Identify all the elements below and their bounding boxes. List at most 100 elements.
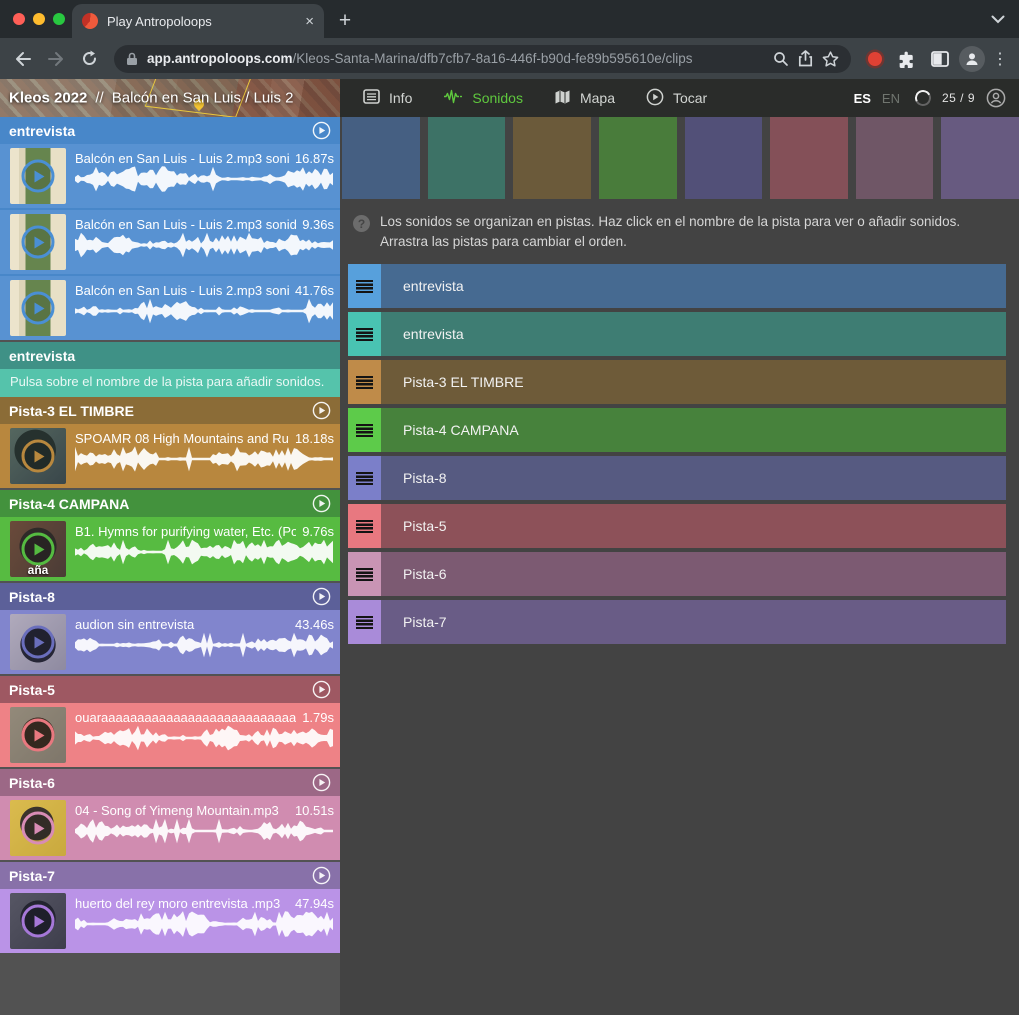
audio-clip[interactable]: ouaraaaaaaaaaaaaaaaaaaaaaaaaaaaaaaaaa...…	[0, 703, 340, 767]
clip-waveform[interactable]	[75, 298, 334, 324]
track-row-label-area[interactable]: Pista-5	[381, 504, 1006, 548]
drag-handle[interactable]	[348, 600, 381, 644]
forward-icon[interactable]	[42, 45, 70, 73]
record-extension-icon[interactable]	[868, 52, 882, 66]
new-tab-button[interactable]: +	[330, 6, 360, 36]
browser-profile-avatar[interactable]	[959, 46, 985, 72]
audio-clip[interactable]: SPOAMR 08 High Mountains and Running ...…	[0, 424, 340, 488]
clip-duration: 43.46s	[295, 617, 334, 632]
close-window-button[interactable]	[13, 13, 25, 25]
drag-handle[interactable]	[348, 312, 381, 356]
clip-play-icon[interactable]	[22, 905, 55, 938]
clip-waveform[interactable]	[75, 911, 334, 937]
track-header[interactable]: entrevista	[0, 342, 340, 369]
drag-handle[interactable]	[348, 552, 381, 596]
clip-waveform[interactable]	[75, 632, 334, 658]
lang-en-button[interactable]: EN	[882, 91, 900, 106]
account-icon[interactable]	[986, 88, 1006, 108]
browser-tab[interactable]: Play Antropoloops ×	[72, 4, 324, 38]
clip-play-icon[interactable]	[22, 226, 55, 259]
track-row-label-area[interactable]: entrevista	[381, 312, 1006, 356]
track-header[interactable]: Pista-5	[0, 676, 340, 703]
audio-clip[interactable]: Balcón en San Luis - Luis 2.mp3 sonido h…	[0, 144, 340, 208]
track-play-button[interactable]	[312, 401, 331, 420]
track-header[interactable]: Pista-7	[0, 862, 340, 889]
nav-item-tocar[interactable]: Tocar	[646, 88, 707, 109]
track-row-label-area[interactable]: Pista-3 EL TIMBRE	[381, 360, 1006, 404]
clip-waveform[interactable]	[75, 818, 334, 844]
track-row[interactable]: entrevista	[348, 312, 1006, 356]
bookmark-star-icon[interactable]	[822, 51, 839, 67]
track-play-button[interactable]	[312, 121, 331, 140]
track-row[interactable]: Pista-5	[348, 504, 1006, 548]
tab-close-icon[interactable]: ×	[305, 13, 314, 30]
clip-waveform[interactable]	[75, 446, 334, 472]
clip-play-icon[interactable]	[22, 719, 55, 752]
track-header[interactable]: Pista-3 EL TIMBRE	[0, 397, 340, 424]
nav-item-info[interactable]: Info	[363, 89, 412, 107]
track-header[interactable]: Pista-4 CAMPANA	[0, 490, 340, 517]
track-play-button[interactable]	[312, 587, 331, 606]
drag-handle[interactable]	[348, 408, 381, 452]
clip-play-icon[interactable]	[22, 440, 55, 473]
maximize-window-button[interactable]	[53, 13, 65, 25]
track-row[interactable]: Pista-7	[348, 600, 1006, 644]
track-play-button[interactable]	[312, 680, 331, 699]
share-icon[interactable]	[798, 50, 813, 67]
browser-menu-icon[interactable]: ⋮	[990, 49, 1010, 69]
clip-list: ouaraaaaaaaaaaaaaaaaaaaaaaaaaaaaaaaaa...…	[0, 703, 340, 767]
track-play-button[interactable]	[312, 866, 331, 885]
refresh-icon[interactable]	[75, 45, 103, 73]
track-row[interactable]: Pista-6	[348, 552, 1006, 596]
drag-handle[interactable]	[348, 360, 381, 404]
nav-item-mapa[interactable]: Mapa	[554, 89, 615, 108]
track-color-swatches	[340, 117, 1019, 199]
side-panel-icon[interactable]	[926, 45, 954, 73]
track-row-label-area[interactable]: Pista-8	[381, 456, 1006, 500]
clip-waveform[interactable]	[75, 166, 334, 192]
play-triangle	[35, 915, 45, 927]
tab-search-chevron-icon[interactable]	[991, 11, 1005, 29]
clip-waveform[interactable]	[75, 232, 334, 258]
clip-play-icon[interactable]	[22, 160, 55, 193]
audio-clip[interactable]: huerto del rey moro entrevista .mp347.94…	[0, 889, 340, 953]
audio-clip[interactable]: Balcón en San Luis - Luis 2.mp3 sonido h…	[0, 276, 340, 340]
zoom-icon[interactable]	[773, 51, 789, 67]
track-row[interactable]: Pista-4 CAMPANA	[348, 408, 1006, 452]
track-row-label-area[interactable]: Pista-6	[381, 552, 1006, 596]
audio-clip[interactable]: 04 - Song of Yimeng Mountain.mp310.51s	[0, 796, 340, 860]
minimize-window-button[interactable]	[33, 13, 45, 25]
track-name: entrevista	[9, 348, 75, 364]
track-row-label-area[interactable]: entrevista	[381, 264, 1006, 308]
track-row[interactable]: entrevista	[348, 264, 1006, 308]
track-header[interactable]: entrevista	[0, 117, 340, 144]
track-header[interactable]: Pista-6	[0, 769, 340, 796]
track-row-label-area[interactable]: Pista-4 CAMPANA	[381, 408, 1006, 452]
lang-es-button[interactable]: ES	[854, 91, 871, 106]
clip-play-icon[interactable]	[22, 626, 55, 659]
audio-clip[interactable]: audion sin entrevista43.46s	[0, 610, 340, 674]
clip-play-icon[interactable]	[22, 812, 55, 845]
clip-title-row: Balcón en San Luis - Luis 2.mp3 sonido h…	[75, 151, 334, 166]
audio-clip[interactable]: Balcón en San Luis - Luis 2.mp3 sonido h…	[0, 210, 340, 274]
nav-item-sonidos[interactable]: Sonidos	[443, 89, 523, 107]
clip-waveform[interactable]	[75, 725, 334, 751]
clip-play-icon[interactable]	[22, 292, 55, 325]
clip-play-icon[interactable]	[22, 533, 55, 566]
drag-handle[interactable]	[348, 264, 381, 308]
track-play-button[interactable]	[312, 494, 331, 513]
map-thumbnail[interactable]: Kleos 2022 // Balcón en San Luis / Luis …	[0, 79, 340, 117]
drag-handle[interactable]	[348, 504, 381, 548]
audio-clip[interactable]: añaB1. Hymns for purifying water, Etc. (…	[0, 517, 340, 581]
url-bar[interactable]: app.antropoloops.com/Kleos-Santa-Marina/…	[114, 45, 851, 73]
track-row-label-area[interactable]: Pista-7	[381, 600, 1006, 644]
drag-handle[interactable]	[348, 456, 381, 500]
clip-waveform[interactable]	[75, 539, 334, 565]
track-row[interactable]: Pista-8	[348, 456, 1006, 500]
track-play-button[interactable]	[312, 773, 331, 792]
track-swatch	[428, 117, 506, 199]
extensions-puzzle-icon[interactable]	[893, 45, 921, 73]
track-header[interactable]: Pista-8	[0, 583, 340, 610]
back-icon[interactable]	[9, 45, 37, 73]
track-row[interactable]: Pista-3 EL TIMBRE	[348, 360, 1006, 404]
